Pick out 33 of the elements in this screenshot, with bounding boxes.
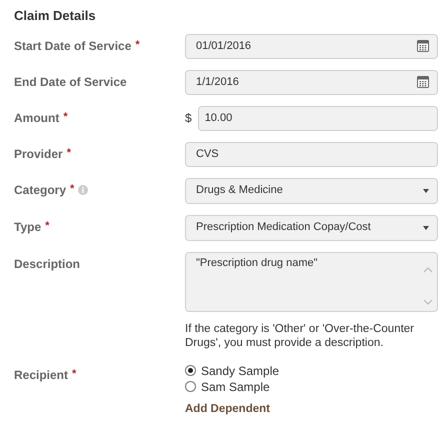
radio-button[interactable]	[185, 381, 196, 392]
field-label: End Date of Service	[14, 74, 127, 90]
date-field[interactable]: 01/01/2016	[185, 34, 438, 58]
caret-icon	[423, 188, 429, 192]
field-label: Category	[14, 182, 66, 198]
add-dependent-link[interactable]: Add Dependent	[185, 400, 280, 418]
required-mark: *	[135, 38, 140, 54]
required-mark: *	[70, 182, 74, 198]
calendar-icon[interactable]	[417, 40, 429, 52]
description-field[interactable]: "Prescription drug name"	[185, 252, 438, 312]
field-label: Type	[14, 218, 42, 236]
date-field[interactable]: 1/1/2016	[185, 70, 438, 94]
field-label: Amount	[14, 110, 60, 126]
required-mark: *	[45, 219, 50, 234]
dropdown[interactable]: Drugs & Medicine	[185, 178, 438, 204]
dropdown[interactable]: Prescription Medication Copay/Cost	[185, 214, 438, 240]
help-text: If the category is 'Other' or 'Over-the-Counter Drugs', you must provide a description.	[185, 322, 416, 350]
field-label: Start Date of Service	[14, 38, 132, 54]
text-field[interactable]: CVS	[185, 142, 438, 166]
radio-label: Sam Sample	[201, 378, 270, 396]
radio-label: Sandy Sample	[201, 362, 280, 380]
required-mark: *	[72, 367, 76, 382]
field-label: Provider	[14, 146, 63, 162]
caret-icon	[423, 226, 429, 230]
currency-symbol: $	[185, 110, 192, 127]
amount-field[interactable]: 10.00	[198, 106, 438, 130]
section-title: Claim Details	[14, 7, 97, 25]
calendar-icon[interactable]	[417, 76, 429, 88]
field-label: Description	[14, 256, 80, 272]
required-mark: *	[66, 146, 71, 162]
radio-button[interactable]	[185, 365, 196, 376]
field-label: Recipient	[14, 366, 68, 384]
required-mark: *	[63, 110, 68, 126]
